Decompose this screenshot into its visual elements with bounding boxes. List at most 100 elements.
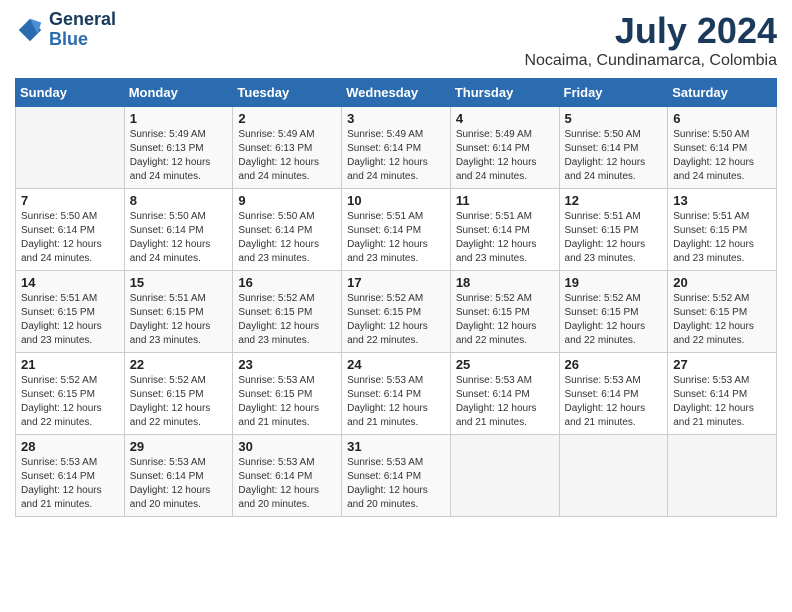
day-number: 18 [456,275,554,290]
sunset-text: Sunset: 6:14 PM [21,225,95,236]
day-number: 8 [130,193,228,208]
sunset-text: Sunset: 6:14 PM [673,143,747,154]
day-info: Sunrise: 5:52 AM Sunset: 6:15 PM Dayligh… [456,292,554,348]
sunrise-text: Sunrise: 5:50 AM [673,129,749,140]
sunset-text: Sunset: 6:15 PM [673,307,747,318]
sunrise-text: Sunrise: 5:51 AM [347,211,423,222]
day-info: Sunrise: 5:52 AM Sunset: 6:15 PM Dayligh… [21,374,119,430]
sunrise-text: Sunrise: 5:49 AM [347,129,423,140]
calendar-table: Sunday Monday Tuesday Wednesday Thursday… [15,78,777,517]
calendar-cell: 10 Sunrise: 5:51 AM Sunset: 6:14 PM Dayl… [342,189,451,271]
sunrise-text: Sunrise: 5:52 AM [565,293,641,304]
calendar-cell [450,435,559,517]
calendar-cell: 15 Sunrise: 5:51 AM Sunset: 6:15 PM Dayl… [124,271,233,353]
calendar-cell: 16 Sunrise: 5:52 AM Sunset: 6:15 PM Dayl… [233,271,342,353]
daylight-text: Daylight: 12 hours and 23 minutes. [456,239,537,264]
page-container: General Blue July 2024 Nocaima, Cundinam… [0,0,792,527]
sunrise-text: Sunrise: 5:53 AM [238,375,314,386]
sunrise-text: Sunrise: 5:53 AM [347,375,423,386]
calendar-cell: 12 Sunrise: 5:51 AM Sunset: 6:15 PM Dayl… [559,189,668,271]
daylight-text: Daylight: 12 hours and 22 minutes. [673,321,754,346]
sunset-text: Sunset: 6:15 PM [673,225,747,236]
header-sunday: Sunday [16,79,125,107]
header-wednesday: Wednesday [342,79,451,107]
logo-text: General Blue [49,10,116,50]
header-friday: Friday [559,79,668,107]
day-info: Sunrise: 5:50 AM Sunset: 6:14 PM Dayligh… [21,210,119,266]
daylight-text: Daylight: 12 hours and 23 minutes. [238,321,319,346]
calendar-cell: 29 Sunrise: 5:53 AM Sunset: 6:14 PM Dayl… [124,435,233,517]
sunrise-text: Sunrise: 5:52 AM [347,293,423,304]
day-info: Sunrise: 5:53 AM Sunset: 6:14 PM Dayligh… [456,374,554,430]
daylight-text: Daylight: 12 hours and 21 minutes. [347,403,428,428]
daylight-text: Daylight: 12 hours and 24 minutes. [673,157,754,182]
day-info: Sunrise: 5:53 AM Sunset: 6:14 PM Dayligh… [673,374,771,430]
day-info: Sunrise: 5:51 AM Sunset: 6:15 PM Dayligh… [130,292,228,348]
day-number: 13 [673,193,771,208]
day-info: Sunrise: 5:51 AM Sunset: 6:14 PM Dayligh… [347,210,445,266]
sunrise-text: Sunrise: 5:53 AM [238,457,314,468]
calendar-cell: 5 Sunrise: 5:50 AM Sunset: 6:14 PM Dayli… [559,107,668,189]
sunrise-text: Sunrise: 5:49 AM [130,129,206,140]
day-info: Sunrise: 5:53 AM Sunset: 6:14 PM Dayligh… [130,456,228,512]
sunset-text: Sunset: 6:15 PM [238,307,312,318]
calendar-cell: 27 Sunrise: 5:53 AM Sunset: 6:14 PM Dayl… [668,353,777,435]
sunset-text: Sunset: 6:13 PM [238,143,312,154]
day-number: 4 [456,111,554,126]
sunrise-text: Sunrise: 5:52 AM [238,293,314,304]
day-number: 20 [673,275,771,290]
sunrise-text: Sunrise: 5:52 AM [456,293,532,304]
daylight-text: Daylight: 12 hours and 23 minutes. [21,321,102,346]
calendar-cell: 4 Sunrise: 5:49 AM Sunset: 6:14 PM Dayli… [450,107,559,189]
day-number: 25 [456,357,554,372]
day-info: Sunrise: 5:52 AM Sunset: 6:15 PM Dayligh… [130,374,228,430]
daylight-text: Daylight: 12 hours and 21 minutes. [456,403,537,428]
calendar-cell: 6 Sunrise: 5:50 AM Sunset: 6:14 PM Dayli… [668,107,777,189]
daylight-text: Daylight: 12 hours and 22 minutes. [565,321,646,346]
sunset-text: Sunset: 6:14 PM [21,471,95,482]
sunrise-text: Sunrise: 5:53 AM [130,457,206,468]
sunset-text: Sunset: 6:14 PM [565,389,639,400]
week-row-2: 14 Sunrise: 5:51 AM Sunset: 6:15 PM Dayl… [16,271,777,353]
day-number: 9 [238,193,336,208]
header-monday: Monday [124,79,233,107]
calendar-cell: 8 Sunrise: 5:50 AM Sunset: 6:14 PM Dayli… [124,189,233,271]
daylight-text: Daylight: 12 hours and 23 minutes. [347,239,428,264]
title-section: July 2024 Nocaima, Cundinamarca, Colombi… [524,10,777,70]
sunrise-text: Sunrise: 5:52 AM [673,293,749,304]
day-number: 7 [21,193,119,208]
daylight-text: Daylight: 12 hours and 22 minutes. [347,321,428,346]
day-info: Sunrise: 5:53 AM Sunset: 6:14 PM Dayligh… [21,456,119,512]
day-number: 15 [130,275,228,290]
location-title: Nocaima, Cundinamarca, Colombia [524,52,777,70]
sunset-text: Sunset: 6:15 PM [238,389,312,400]
day-info: Sunrise: 5:53 AM Sunset: 6:14 PM Dayligh… [347,374,445,430]
daylight-text: Daylight: 12 hours and 20 minutes. [238,485,319,510]
calendar-cell: 9 Sunrise: 5:50 AM Sunset: 6:14 PM Dayli… [233,189,342,271]
day-number: 28 [21,439,119,454]
sunset-text: Sunset: 6:14 PM [456,225,530,236]
daylight-text: Daylight: 12 hours and 22 minutes. [130,403,211,428]
day-info: Sunrise: 5:53 AM Sunset: 6:15 PM Dayligh… [238,374,336,430]
daylight-text: Daylight: 12 hours and 21 minutes. [21,485,102,510]
day-number: 14 [21,275,119,290]
sunrise-text: Sunrise: 5:51 AM [673,211,749,222]
daylight-text: Daylight: 12 hours and 22 minutes. [21,403,102,428]
day-number: 22 [130,357,228,372]
calendar-cell: 17 Sunrise: 5:52 AM Sunset: 6:15 PM Dayl… [342,271,451,353]
sunset-text: Sunset: 6:14 PM [238,471,312,482]
month-title: July 2024 [524,10,777,52]
daylight-text: Daylight: 12 hours and 21 minutes. [238,403,319,428]
calendar-cell: 24 Sunrise: 5:53 AM Sunset: 6:14 PM Dayl… [342,353,451,435]
day-info: Sunrise: 5:52 AM Sunset: 6:15 PM Dayligh… [673,292,771,348]
header-saturday: Saturday [668,79,777,107]
daylight-text: Daylight: 12 hours and 22 minutes. [456,321,537,346]
daylight-text: Daylight: 12 hours and 23 minutes. [673,239,754,264]
sunrise-text: Sunrise: 5:53 AM [456,375,532,386]
calendar-cell: 26 Sunrise: 5:53 AM Sunset: 6:14 PM Dayl… [559,353,668,435]
day-number: 2 [238,111,336,126]
daylight-text: Daylight: 12 hours and 21 minutes. [565,403,646,428]
logo: General Blue [15,10,116,50]
sunrise-text: Sunrise: 5:53 AM [347,457,423,468]
sunrise-text: Sunrise: 5:51 AM [21,293,97,304]
